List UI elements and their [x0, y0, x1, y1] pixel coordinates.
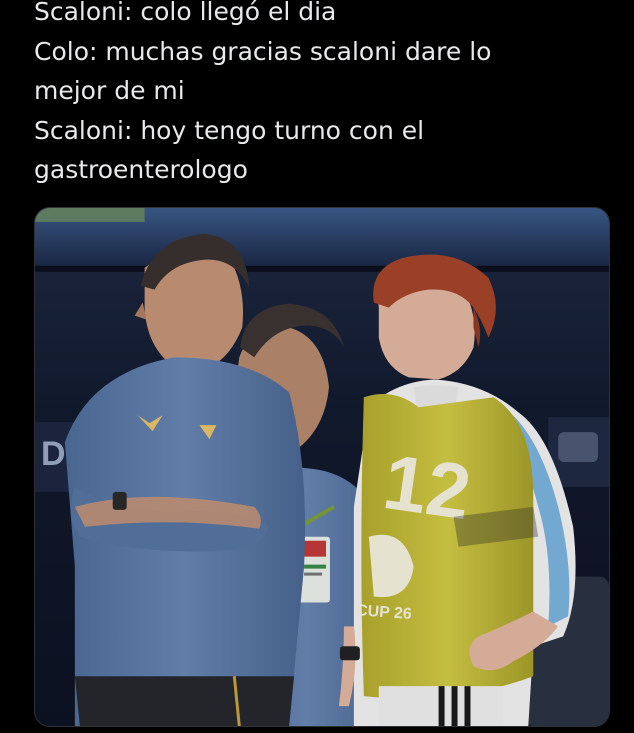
- sideline-photo: DI 12 CUP 26: [35, 208, 609, 726]
- tweet-post: Scaloni: colo llegó el dia Colo: muchas …: [0, 0, 634, 733]
- tweet-text-line: mejor de mi: [34, 76, 185, 105]
- tweet-text-line: Scaloni: hoy tengo turno con el: [34, 115, 425, 145]
- tweet-text-line: Scaloni: colo llegó el dia: [34, 0, 337, 26]
- tweet-text-line: Colo: muchas gracias scaloni dare lo: [34, 36, 492, 66]
- tweet-text-line: gastroenterologo: [34, 155, 248, 184]
- tweet-text: Scaloni: colo llegó el dia Colo: muchas …: [34, 0, 624, 190]
- tweet-photo[interactable]: DI 12 CUP 26: [34, 207, 610, 727]
